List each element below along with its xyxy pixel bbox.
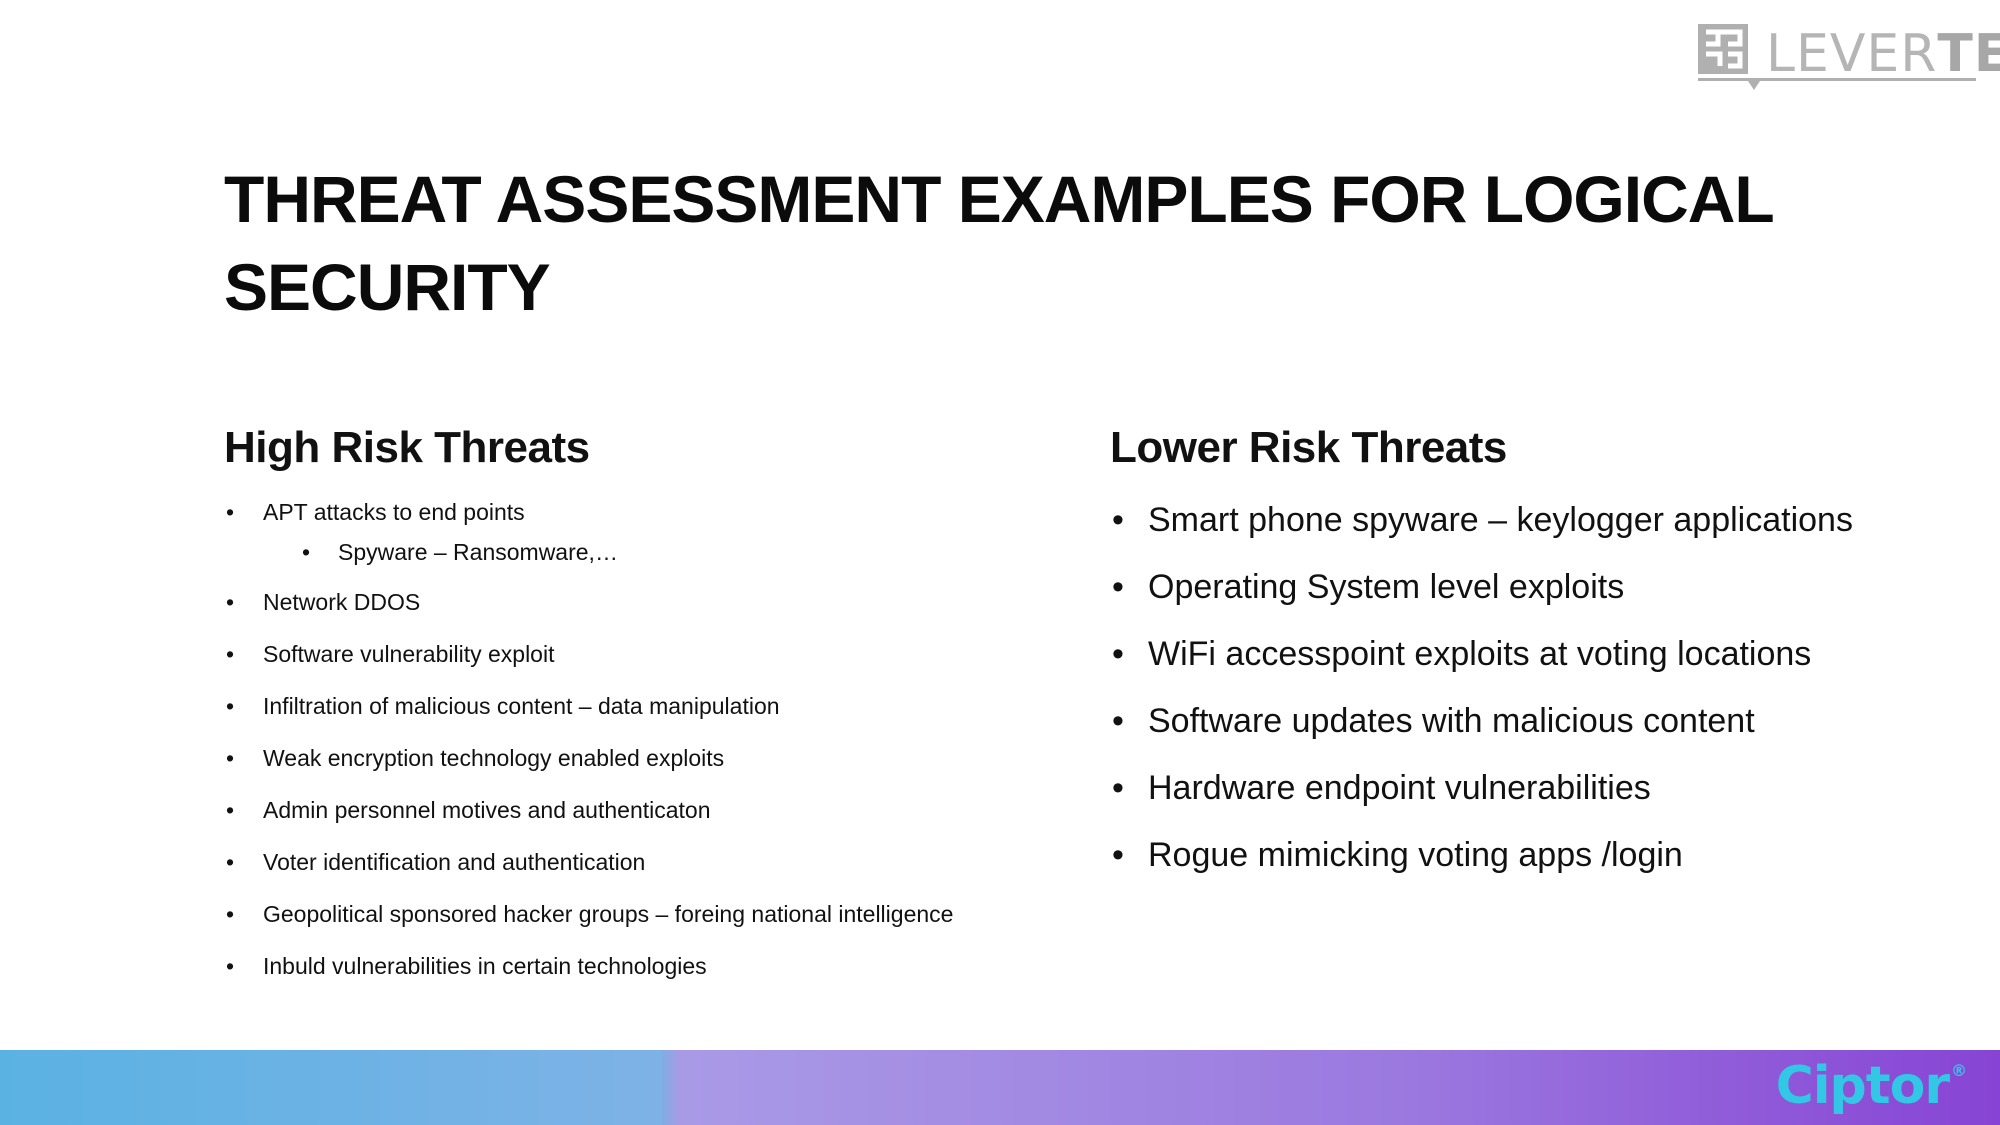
list-item: • Network DDOS <box>224 586 953 618</box>
list-item: • Rogue mimicking voting apps /login <box>1110 833 1853 877</box>
bullet-icon: • <box>302 539 311 565</box>
high-risk-heading: High Risk Threats <box>224 423 590 472</box>
levertech-logo: LEVERTECH <box>1698 20 2000 92</box>
slide-title: THREAT ASSESSMENT EXAMPLES FOR LOGICAL S… <box>224 162 1774 324</box>
list-item: • Software vulnerability exploit <box>224 638 953 670</box>
bullet-icon: • <box>1112 635 1124 673</box>
list-item: • Smart phone spyware – keylogger applica… <box>1110 498 1853 542</box>
lower-risk-heading: Lower Risk Threats <box>1110 423 1507 472</box>
bullet-icon: • <box>1112 702 1124 740</box>
bullet-icon: • <box>1112 501 1124 539</box>
high-risk-list: • APT attacks to end points • Spyware – Ra… <box>224 496 953 1002</box>
bullet-icon: • <box>226 849 235 875</box>
bullet-icon: • <box>226 953 235 979</box>
list-item: • Inbuld vulnerabilities in certain techn… <box>224 950 953 982</box>
levertech-maze-icon <box>1698 24 1748 74</box>
bullet-icon: • <box>1112 568 1124 606</box>
bullet-icon: • <box>1112 836 1124 874</box>
bullet-icon: • <box>226 693 235 719</box>
list-item: • WiFi accesspoint exploits at voting loc… <box>1110 632 1853 676</box>
list-item: • Geopolitical sponsored hacker groups – … <box>224 898 953 930</box>
footer-band: Ciptor ® <box>0 1050 2000 1125</box>
list-item: • Admin personnel motives and authenticat… <box>224 794 953 826</box>
bullet-icon: • <box>226 901 235 927</box>
list-item: • Spyware – Ransomware,… <box>224 536 953 568</box>
levertech-underline <box>1698 78 1976 81</box>
levertech-marker <box>1748 81 1760 90</box>
list-item: • Hardware endpoint vulnerabilities <box>1110 766 1853 810</box>
list-item: • Weak encryption technology enabled expl… <box>224 742 953 774</box>
list-item: • APT attacks to end points <box>224 496 953 528</box>
levertech-wordmark: LEVERTECH <box>1766 24 2000 84</box>
footer-left-panel <box>0 1050 662 1125</box>
bullet-icon: • <box>1112 769 1124 807</box>
bullet-icon: • <box>226 641 235 667</box>
list-item: • Software updates with malicious content <box>1110 699 1853 743</box>
bullet-icon: • <box>226 797 235 823</box>
bullet-icon: • <box>226 589 235 615</box>
bullet-icon: • <box>226 745 235 771</box>
bullet-icon: • <box>226 499 235 525</box>
list-item: • Voter identification and authentication <box>224 846 953 878</box>
list-item: • Operating System level exploits <box>1110 565 1853 609</box>
ciptor-logo: Ciptor ® <box>1775 1056 1967 1116</box>
lower-risk-list: • Smart phone spyware – keylogger applica… <box>1110 498 1853 900</box>
list-item: • Infiltration of malicious content – dat… <box>224 690 953 722</box>
